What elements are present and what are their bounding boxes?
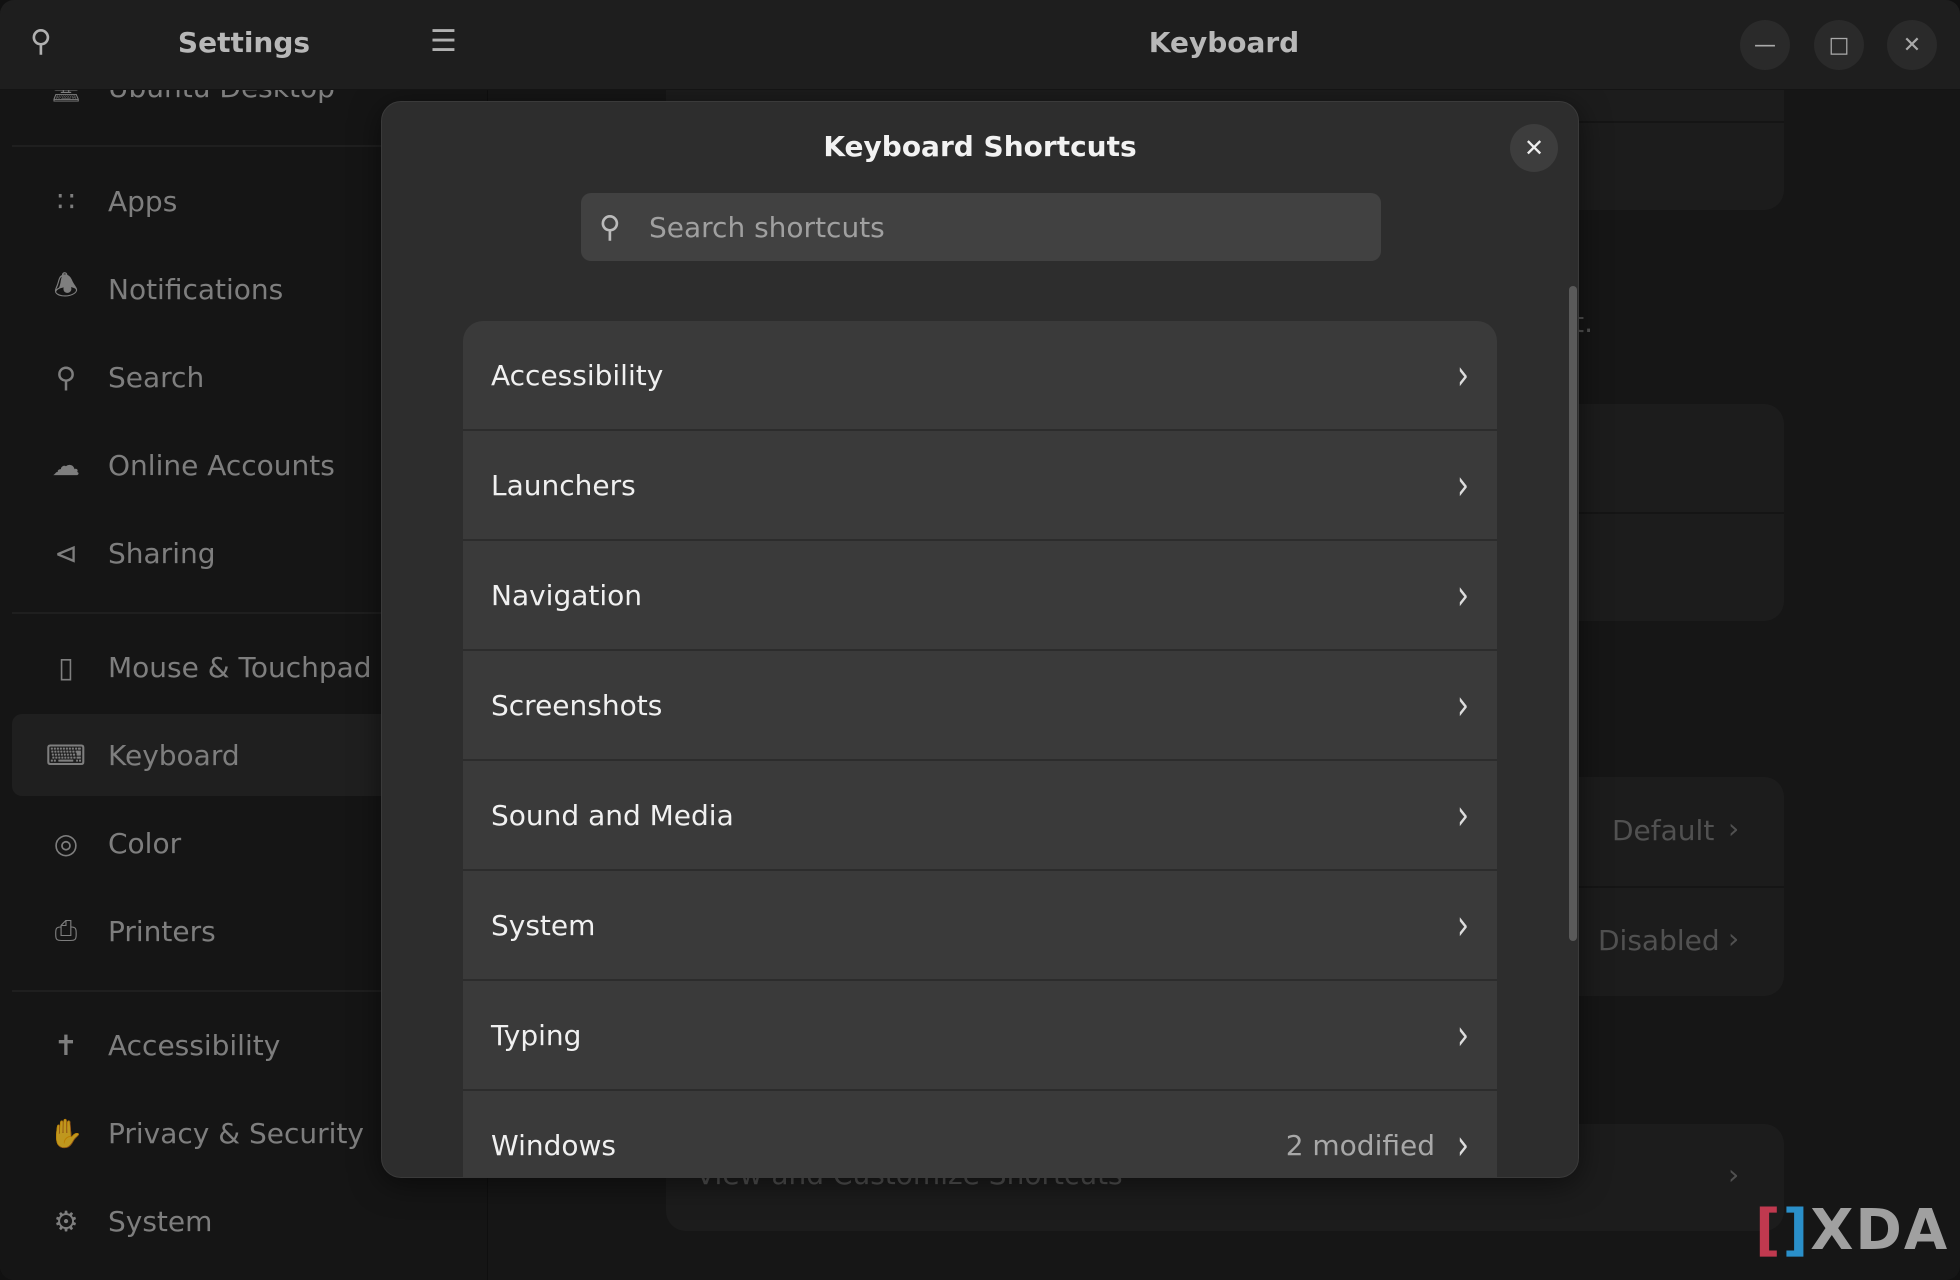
maximize-icon: □ xyxy=(1828,32,1850,58)
scrollbar[interactable] xyxy=(1569,286,1577,941)
category-accessibility[interactable]: Accessibility › xyxy=(463,321,1497,431)
chevron-right-icon: › xyxy=(1457,570,1469,620)
shortcut-categories-list: Accessibility › Launchers › Navigation › Sc… xyxy=(463,321,1497,1177)
search-shortcuts-field[interactable]: ⚲ xyxy=(581,193,1381,261)
chevron-right-icon: › xyxy=(1457,680,1469,730)
xda-watermark-logo: []XDA xyxy=(1755,1198,1950,1263)
search-icon: ⚲ xyxy=(599,209,621,245)
dialog-close-button[interactable]: ✕ xyxy=(1510,124,1558,172)
category-sound-and-media[interactable]: Sound and Media › xyxy=(463,761,1497,871)
chevron-right-icon: › xyxy=(1457,1010,1469,1060)
dialog-title: Keyboard Shortcuts xyxy=(823,130,1137,163)
chevron-right-icon: › xyxy=(1457,1120,1469,1170)
chevron-right-icon: › xyxy=(1457,900,1469,950)
modified-count: 2 modified xyxy=(1285,1128,1435,1162)
search-input[interactable] xyxy=(649,210,1349,244)
sidebar-title: Settings xyxy=(177,26,311,59)
close-button[interactable]: ✕ xyxy=(1887,20,1937,70)
category-system[interactable]: System › xyxy=(463,871,1497,981)
minimize-icon: — xyxy=(1754,32,1776,58)
chevron-right-icon: › xyxy=(1457,790,1469,840)
keyboard-shortcuts-dialog: Keyboard Shortcuts ✕ ⚲ Accessibility› La… xyxy=(381,101,1579,1178)
chevron-right-icon: › xyxy=(1457,460,1469,510)
close-icon: ✕ xyxy=(1902,32,1922,58)
header-bar: Keyboard — □ ✕ xyxy=(488,0,1960,90)
settings-window: ⚲ Settings ☰ 🖥Ubuntu Desktop ∷Apps 🕭Noti… xyxy=(0,0,1960,1280)
category-windows[interactable]: Windows 2 modified › xyxy=(463,1091,1497,1177)
category-screenshots[interactable]: Screenshots › xyxy=(463,651,1497,761)
chevron-right-icon: › xyxy=(1457,350,1469,400)
close-icon: ✕ xyxy=(1523,134,1545,162)
maximize-button[interactable]: □ xyxy=(1814,20,1864,70)
sidebar-header: ⚲ Settings ☰ xyxy=(0,0,488,90)
category-typing[interactable]: Typing › xyxy=(463,981,1497,1091)
menu-icon[interactable]: ☰ xyxy=(430,24,457,59)
category-launchers[interactable]: Launchers › xyxy=(463,431,1497,541)
minimize-button[interactable]: — xyxy=(1740,20,1790,70)
category-navigation[interactable]: Navigation › xyxy=(463,541,1497,651)
